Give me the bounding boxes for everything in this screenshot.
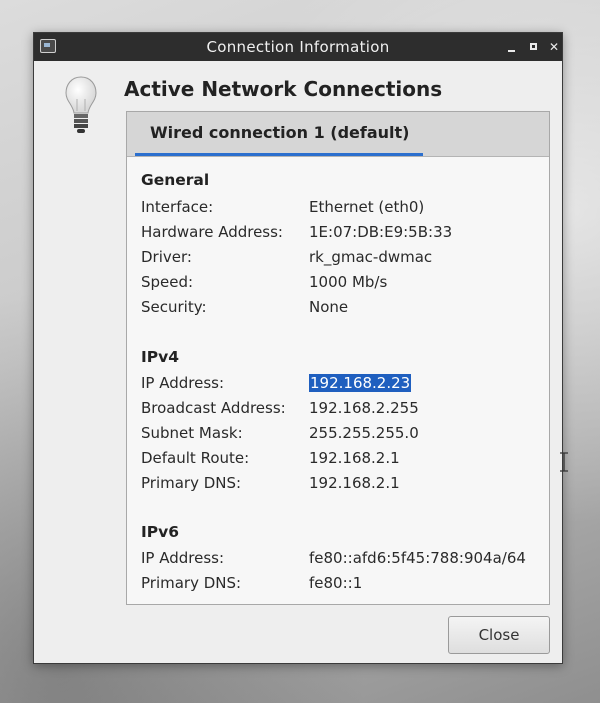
info-value[interactable]: 192.168.2.1 (309, 474, 400, 492)
tab-label: Wired connection 1 (default) (150, 123, 410, 142)
info-row-default-route: Default Route: 192.168.2.1 (141, 449, 541, 471)
info-value[interactable]: 1000 Mb/s (309, 273, 387, 291)
info-label: Security: (141, 298, 207, 316)
close-button[interactable]: Close (448, 616, 550, 654)
info-label: Broadcast Address: (141, 399, 286, 417)
section-title-ipv6: IPv6 (141, 523, 180, 541)
info-row-subnet-mask: Subnet Mask: 255.255.255.0 (141, 424, 541, 446)
info-label: IP Address: (141, 549, 225, 567)
maximize-icon[interactable] (526, 39, 542, 55)
info-label: Driver: (141, 248, 192, 266)
minimize-icon[interactable] (504, 39, 520, 55)
info-value[interactable]: fe80::afd6:5f45:788:904a/64 (309, 549, 526, 567)
window-title: Connection Information (206, 38, 390, 56)
tab-bar: Wired connection 1 (default) (127, 112, 549, 157)
info-value[interactable]: rk_gmac-dwmac (309, 248, 432, 266)
info-row-ipv4-primary-dns: Primary DNS: 192.168.2.1 (141, 474, 541, 496)
tab-wired-connection-1[interactable]: Wired connection 1 (default) (135, 112, 423, 156)
info-label: Speed: (141, 273, 194, 291)
title-bar[interactable]: Connection Information ✕ (34, 33, 562, 61)
info-row-ipv4-address: IP Address: 192.168.2.23 (141, 374, 541, 396)
info-row-ipv6-primary-dns: Primary DNS: fe80::1 (141, 574, 541, 596)
text-cursor-icon (560, 452, 568, 472)
info-value[interactable]: None (309, 298, 348, 316)
section-title-ipv4: IPv4 (141, 348, 180, 366)
info-row-security: Security: None (141, 298, 541, 320)
info-label: IP Address: (141, 374, 225, 392)
info-value[interactable]: 192.168.2.1 (309, 449, 400, 467)
info-value[interactable]: 1E:07:DB:E9:5B:33 (309, 223, 452, 241)
info-value[interactable]: fe80::1 (309, 574, 362, 592)
info-label: Interface: (141, 198, 214, 216)
lightbulb-icon (65, 76, 97, 133)
info-row-speed: Speed: 1000 Mb/s (141, 273, 541, 295)
connection-information-dialog: Connection Information ✕ Active Network … (33, 32, 568, 664)
info-row-ipv6-address: IP Address: fe80::afd6:5f45:788:904a/64 (141, 549, 541, 571)
selected-ip-address-text[interactable]: 192.168.2.23 (309, 374, 412, 392)
info-value[interactable]: Ethernet (eth0) (309, 198, 424, 216)
info-label: Subnet Mask: (141, 424, 243, 442)
close-icon[interactable]: ✕ (546, 39, 562, 55)
info-label: Hardware Address: (141, 223, 283, 241)
page-title: Active Network Connections (124, 77, 443, 101)
tab-selected-indicator (135, 153, 423, 156)
info-label: Default Route: (141, 449, 250, 467)
info-row-broadcast-address: Broadcast Address: 192.168.2.255 (141, 399, 541, 421)
info-value[interactable]: 192.168.2.255 (309, 399, 419, 417)
info-row-hardware-address: Hardware Address: 1E:07:DB:E9:5B:33 (141, 223, 541, 245)
info-row-driver: Driver: rk_gmac-dwmac (141, 248, 541, 270)
info-value[interactable]: 255.255.255.0 (309, 424, 419, 442)
info-label: Primary DNS: (141, 474, 242, 492)
info-row-interface: Interface: Ethernet (eth0) (141, 198, 541, 220)
connection-details-panel: Wired connection 1 (default) General Int… (126, 111, 568, 605)
info-label: Primary DNS: (141, 574, 242, 592)
section-title-general: General (141, 171, 210, 189)
